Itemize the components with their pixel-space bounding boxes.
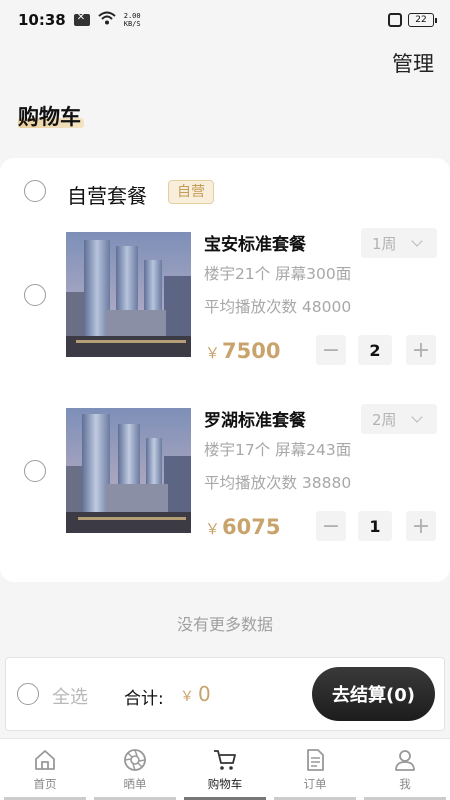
period-select[interactable]: 2周 — [361, 404, 437, 434]
page-title: 购物车 — [18, 101, 81, 131]
tab-me[interactable]: 我 — [360, 739, 450, 800]
increment-button[interactable]: + — [406, 511, 436, 541]
currency-symbol: ￥ — [205, 344, 221, 362]
chevron-down-icon — [410, 411, 423, 423]
tab-show-order[interactable]: 晒单 — [90, 739, 180, 800]
building-image — [66, 408, 191, 533]
tab-label: 订单 — [303, 777, 327, 791]
item-info-buildings: 楼宇17个 屏幕243面 — [204, 441, 352, 459]
network-speed-value: 2.00 — [123, 12, 141, 20]
quantity-value[interactable]: 1 — [358, 511, 392, 541]
decrement-button[interactable]: − — [316, 335, 346, 365]
document-icon — [307, 749, 324, 771]
tab-label: 我 — [399, 777, 411, 791]
group-select-radio[interactable] — [24, 180, 46, 202]
select-all-radio[interactable] — [17, 683, 39, 705]
tab-orders[interactable]: 订单 — [270, 739, 360, 800]
status-time: 10:38 — [18, 11, 66, 29]
total-value: 0 — [198, 682, 211, 706]
bottom-tab-bar: 首页 晒单 购物车 订单 我 — [0, 738, 450, 800]
network-speed-unit: KB/S — [123, 20, 141, 28]
total-label: 合计: — [124, 689, 164, 709]
item-price: ￥7500 — [205, 339, 280, 363]
quantity-value[interactable]: 2 — [358, 335, 392, 365]
home-icon — [35, 750, 55, 770]
item-price: ￥6075 — [205, 515, 280, 539]
status-left: 10:38 2.00 KB/S — [18, 11, 141, 29]
status-bar: 10:38 2.00 KB/S 22 — [0, 0, 450, 40]
price-value: 6075 — [222, 515, 281, 539]
total-amount: ￥ 0 — [180, 682, 211, 706]
increment-button[interactable]: + — [406, 335, 436, 365]
item-thumbnail[interactable] — [66, 232, 191, 357]
period-select[interactable]: 1周 — [361, 228, 437, 258]
item-info-buildings: 楼宇21个 屏幕300面 — [204, 265, 352, 283]
chevron-down-icon — [410, 235, 423, 247]
currency-symbol: ￥ — [205, 520, 221, 538]
wifi-icon — [98, 11, 116, 29]
group-tag: 自营 — [168, 180, 214, 204]
tab-label: 晒单 — [123, 777, 147, 791]
person-icon — [395, 750, 415, 771]
vibrate-icon — [388, 13, 402, 27]
item-info-plays: 平均播放次数 48000 — [204, 298, 352, 316]
decrement-button[interactable]: − — [316, 511, 346, 541]
network-speed: 2.00 KB/S — [124, 12, 141, 28]
building-image — [66, 232, 191, 357]
period-value: 1周 — [372, 234, 397, 253]
aperture-icon — [124, 749, 146, 771]
status-right: 22 — [388, 13, 437, 27]
item-select-radio[interactable] — [24, 460, 46, 482]
tab-home[interactable]: 首页 — [0, 739, 90, 800]
tab-label: 首页 — [33, 777, 57, 791]
checkout-button[interactable]: 去结算(0) — [312, 667, 435, 721]
group-title: 自营套餐 — [67, 184, 147, 208]
select-all-label[interactable]: 全选 — [52, 683, 88, 709]
manage-button[interactable]: 管理 — [392, 48, 434, 78]
tab-label: 购物车 — [207, 777, 243, 791]
cart-icon — [214, 750, 236, 770]
page-title-text: 购物车 — [18, 105, 81, 129]
notification-icon — [73, 12, 90, 26]
item-info-plays: 平均播放次数 38880 — [204, 474, 352, 492]
item-thumbnail[interactable] — [66, 408, 191, 533]
no-more-data-text: 没有更多数据 — [176, 615, 273, 634]
tab-cart[interactable]: 购物车 — [180, 739, 270, 800]
item-name[interactable]: 宝安标准套餐 — [204, 230, 306, 255]
battery-icon: 22 — [408, 13, 437, 27]
period-value: 2周 — [372, 410, 397, 429]
item-select-radio[interactable] — [24, 284, 46, 306]
item-name[interactable]: 罗湖标准套餐 — [204, 406, 306, 431]
price-value: 7500 — [222, 339, 281, 363]
currency-symbol: ￥ — [180, 689, 194, 705]
